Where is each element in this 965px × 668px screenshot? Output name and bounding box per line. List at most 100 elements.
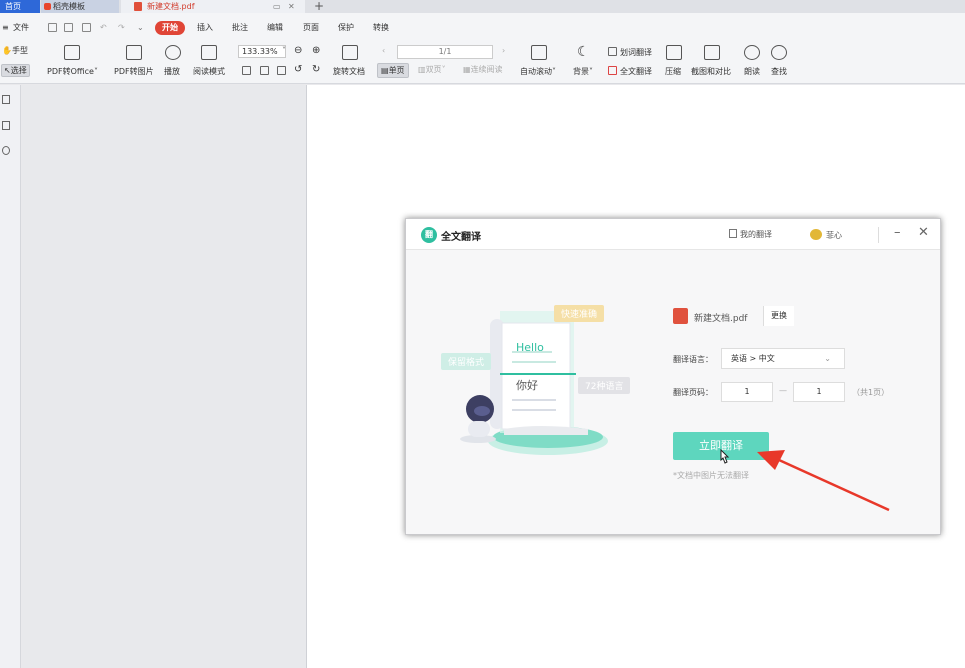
fit-width-icon[interactable] bbox=[242, 66, 251, 75]
tab-template-label: 稻壳模板 bbox=[53, 2, 85, 11]
bookmark-icon[interactable] bbox=[2, 95, 10, 104]
double-page-button[interactable]: ▥双页˅ bbox=[418, 64, 446, 75]
page-from-input[interactable]: 1 bbox=[721, 382, 773, 402]
ribbon-toolbar: ✋手型 ↖选择 PDF转Office˅ PDF转图片 播放 阅读模式 133.3… bbox=[0, 42, 965, 84]
auto-scroll-icon bbox=[531, 45, 547, 60]
rotate-left-icon[interactable]: ↺ bbox=[294, 64, 302, 75]
zoom-in-icon[interactable]: ⊕ bbox=[312, 45, 320, 56]
pdf-file-icon bbox=[673, 308, 688, 324]
fit-page-icon[interactable] bbox=[260, 66, 269, 75]
pages-label: 翻译页码： bbox=[673, 388, 713, 397]
screenshot-compare-button[interactable]: 截图和对比 bbox=[691, 66, 731, 77]
avatar bbox=[810, 229, 822, 240]
reading-mode-icon bbox=[201, 45, 217, 60]
menu-page[interactable]: 页面 bbox=[303, 21, 319, 35]
hand-tool[interactable]: ✋手型 bbox=[2, 45, 28, 56]
hamburger-icon[interactable]: ≡ bbox=[2, 21, 9, 35]
close-tab-icon[interactable]: ✕ bbox=[288, 0, 295, 13]
my-translations-label: 我的翻译 bbox=[740, 230, 772, 239]
zoom-out-icon[interactable]: ⊖ bbox=[294, 45, 302, 56]
redo-icon[interactable]: ↷ bbox=[118, 21, 125, 35]
full-translate-button[interactable]: 全文翻译 bbox=[620, 66, 652, 77]
document-icon bbox=[729, 229, 737, 238]
bubble-languages: 72种语言 bbox=[578, 377, 631, 394]
menu-comment[interactable]: 批注 bbox=[232, 21, 248, 35]
menu-file[interactable]: 文件 bbox=[13, 21, 29, 35]
play-icon bbox=[165, 45, 181, 60]
bubble-accurate: 快速准确 bbox=[554, 305, 605, 322]
word-translate-icon bbox=[608, 47, 617, 56]
play-button[interactable]: 播放 bbox=[164, 66, 180, 77]
pdf-to-image-button[interactable]: PDF转图片 bbox=[114, 66, 154, 77]
language-select[interactable]: 英语 > 中文 ⌄ bbox=[721, 348, 845, 369]
background-label: 背景 bbox=[573, 67, 589, 76]
word-translate-button[interactable]: 划词翻译 bbox=[620, 47, 652, 58]
dialog-title: 全文翻译 bbox=[441, 232, 481, 243]
tab-document[interactable]: 新建文档.pdf ▭ ✕ bbox=[121, 0, 305, 13]
pdf-icon bbox=[134, 2, 142, 11]
auto-scroll-button[interactable]: 自动滚动˅ bbox=[520, 66, 556, 77]
minimize-icon[interactable]: – bbox=[894, 225, 901, 241]
mouse-cursor-icon bbox=[720, 449, 730, 464]
dialog-header: 翻 全文翻译 我的翻译 菲心 – ✕ bbox=[406, 219, 940, 250]
select-tool-label: 选择 bbox=[10, 66, 27, 75]
tab-home[interactable]: 首页 bbox=[0, 0, 40, 13]
auto-scroll-label: 自动滚动 bbox=[520, 67, 552, 76]
prev-page-icon[interactable]: ‹ bbox=[382, 46, 385, 55]
menu-edit[interactable]: 编辑 bbox=[267, 21, 283, 35]
menu-convert[interactable]: 转换 bbox=[373, 21, 389, 35]
menu-insert[interactable]: 插入 bbox=[197, 21, 213, 35]
bubble-keep-format: 保留格式 bbox=[441, 353, 492, 370]
zoom-select[interactable]: 133.33% bbox=[238, 45, 286, 58]
tab-home-label: 首页 bbox=[5, 2, 21, 11]
user-menu[interactable]: 菲心 bbox=[810, 229, 842, 241]
page-input[interactable]: 1/1 bbox=[397, 45, 493, 59]
single-page-label: 单页 bbox=[388, 66, 405, 75]
page-to-input[interactable]: 1 bbox=[793, 382, 845, 402]
menu-protect[interactable]: 保护 bbox=[338, 21, 354, 35]
read-aloud-button[interactable]: 朗读 bbox=[744, 66, 760, 77]
pdf-to-office-button[interactable]: PDF转Office˅ bbox=[47, 66, 98, 77]
background-button[interactable]: 背景˅ bbox=[573, 66, 593, 77]
find-icon bbox=[771, 45, 787, 60]
tab-bar: 首页 稻壳模板 新建文档.pdf ▭ ✕ + bbox=[0, 0, 965, 13]
actual-size-icon[interactable] bbox=[277, 66, 286, 75]
total-pages: （共1页） bbox=[852, 388, 890, 397]
rotate-right-icon[interactable]: ↻ bbox=[312, 64, 320, 75]
continuous-button[interactable]: ▦连续阅读 bbox=[463, 64, 503, 75]
attachment-icon[interactable] bbox=[2, 146, 10, 155]
select-tool[interactable]: ↖选择 bbox=[1, 64, 30, 77]
save-icon[interactable] bbox=[64, 23, 73, 32]
change-file-button[interactable]: 更换 bbox=[763, 306, 794, 326]
image-note: *文档中图片无法翻译 bbox=[673, 471, 749, 480]
language-value: 英语 > 中文 bbox=[731, 354, 775, 363]
my-translations-link[interactable]: 我的翻译 bbox=[729, 229, 772, 240]
chevron-down-icon[interactable]: ⌄ bbox=[137, 21, 144, 35]
open-icon[interactable] bbox=[48, 23, 57, 32]
next-page-icon[interactable]: › bbox=[502, 46, 505, 55]
moon-icon: ☾ bbox=[577, 44, 590, 60]
rotate-document-button[interactable]: 旋转文档 bbox=[333, 66, 365, 77]
annotation-arrow-icon bbox=[757, 450, 890, 512]
compress-icon bbox=[666, 45, 682, 60]
zoom-value: 133.33% bbox=[242, 47, 278, 56]
menu-start[interactable]: 开始 bbox=[155, 21, 185, 35]
window-icon[interactable]: ▭ bbox=[273, 0, 281, 13]
find-button[interactable]: 查找 bbox=[771, 66, 787, 77]
rotate-document-icon bbox=[342, 45, 358, 60]
docer-icon bbox=[44, 3, 51, 10]
close-icon[interactable]: ✕ bbox=[918, 225, 929, 241]
zoom-dropdown-icon[interactable]: ˅ bbox=[282, 46, 286, 55]
undo-icon[interactable]: ↶ bbox=[100, 21, 107, 35]
compress-button[interactable]: 压缩 bbox=[665, 66, 681, 77]
page-indicator: 1/1 bbox=[438, 47, 452, 56]
reading-mode-button[interactable]: 阅读模式 bbox=[193, 66, 225, 77]
screenshot-icon bbox=[704, 45, 720, 60]
thumbnail-icon[interactable] bbox=[2, 121, 10, 130]
new-tab-button[interactable]: + bbox=[314, 0, 324, 13]
illus-hello: Hello bbox=[516, 341, 544, 354]
single-page-button[interactable]: ▤单页 bbox=[377, 63, 409, 78]
double-page-label: 双页 bbox=[425, 65, 442, 74]
print-icon[interactable] bbox=[82, 23, 91, 32]
tab-template[interactable]: 稻壳模板 bbox=[41, 0, 119, 13]
